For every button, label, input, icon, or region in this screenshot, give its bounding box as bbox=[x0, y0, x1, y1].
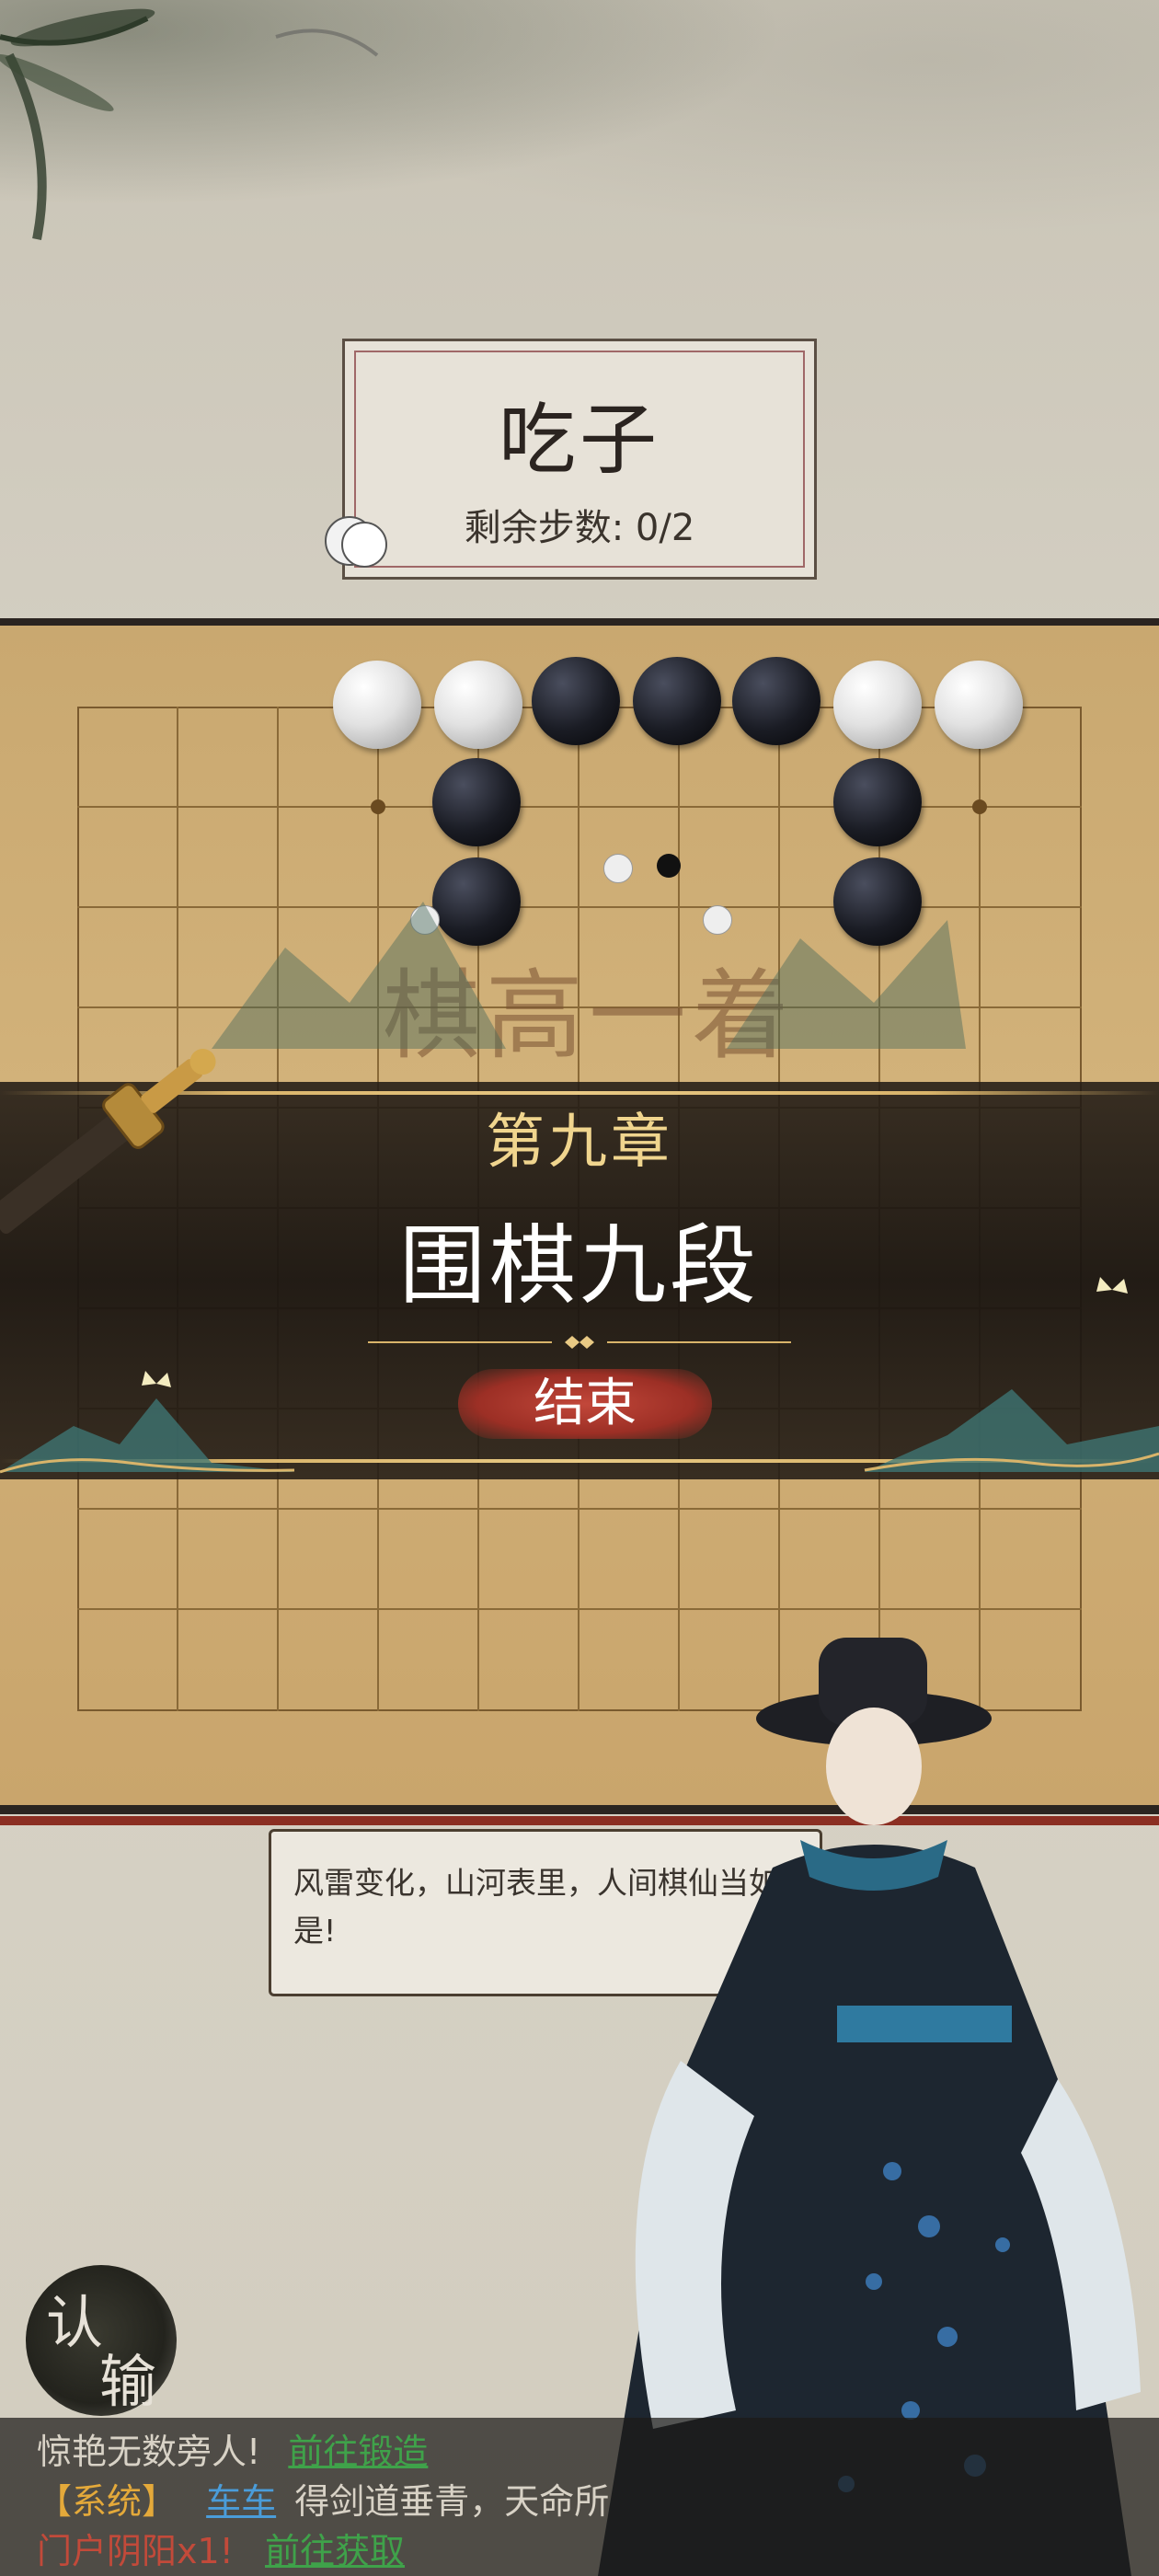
end-button[interactable]: 结束 bbox=[458, 1369, 712, 1439]
goto-forge-link[interactable]: 前往锻造 bbox=[288, 2432, 428, 2472]
surrender-label-1: 认 bbox=[46, 2289, 104, 2356]
stones-seal-icon bbox=[325, 516, 387, 568]
surrender-label-2: 输 bbox=[99, 2348, 157, 2415]
chat-line: 门户阴阳x1! 前往获取 bbox=[37, 2531, 406, 2571]
bamboo-leaves-icon bbox=[0, 8, 379, 240]
white-stone bbox=[935, 661, 1023, 749]
ornament-divider bbox=[368, 1336, 791, 1349]
steps-remaining: 剩余步数: 0/2 bbox=[464, 507, 695, 549]
chat-line: 惊艳无数旁人! 前往锻造 bbox=[37, 2432, 429, 2472]
surrender-button[interactable]: 认 输 bbox=[26, 2265, 177, 2416]
challenge-card: 吃子 剩余步数: 0/2 bbox=[342, 339, 817, 580]
chat-username-link[interactable]: 车车 bbox=[206, 2481, 276, 2522]
black-stone bbox=[532, 657, 620, 745]
white-stone bbox=[833, 661, 922, 749]
goto-obtain-link[interactable]: 前往获取 bbox=[265, 2531, 405, 2571]
black-stone bbox=[833, 758, 922, 846]
black-stone bbox=[633, 657, 721, 745]
black-stone bbox=[432, 758, 521, 846]
chat-ticker: 惊艳无数旁人! 前往锻造 【系统】 车车 得剑道垂青，天命所 门户阴阳x1! 前… bbox=[0, 2418, 1159, 2576]
white-stone bbox=[434, 661, 522, 749]
white-stone bbox=[333, 661, 421, 749]
mountains-decoration bbox=[212, 902, 966, 1049]
chat-line: 【系统】 车车 得剑道垂青，天命所 bbox=[37, 2481, 610, 2522]
black-stone bbox=[732, 657, 820, 745]
sword-icon bbox=[0, 1049, 216, 1235]
butterfly-icon bbox=[142, 1371, 171, 1387]
challenge-title: 吃子 bbox=[498, 395, 660, 485]
